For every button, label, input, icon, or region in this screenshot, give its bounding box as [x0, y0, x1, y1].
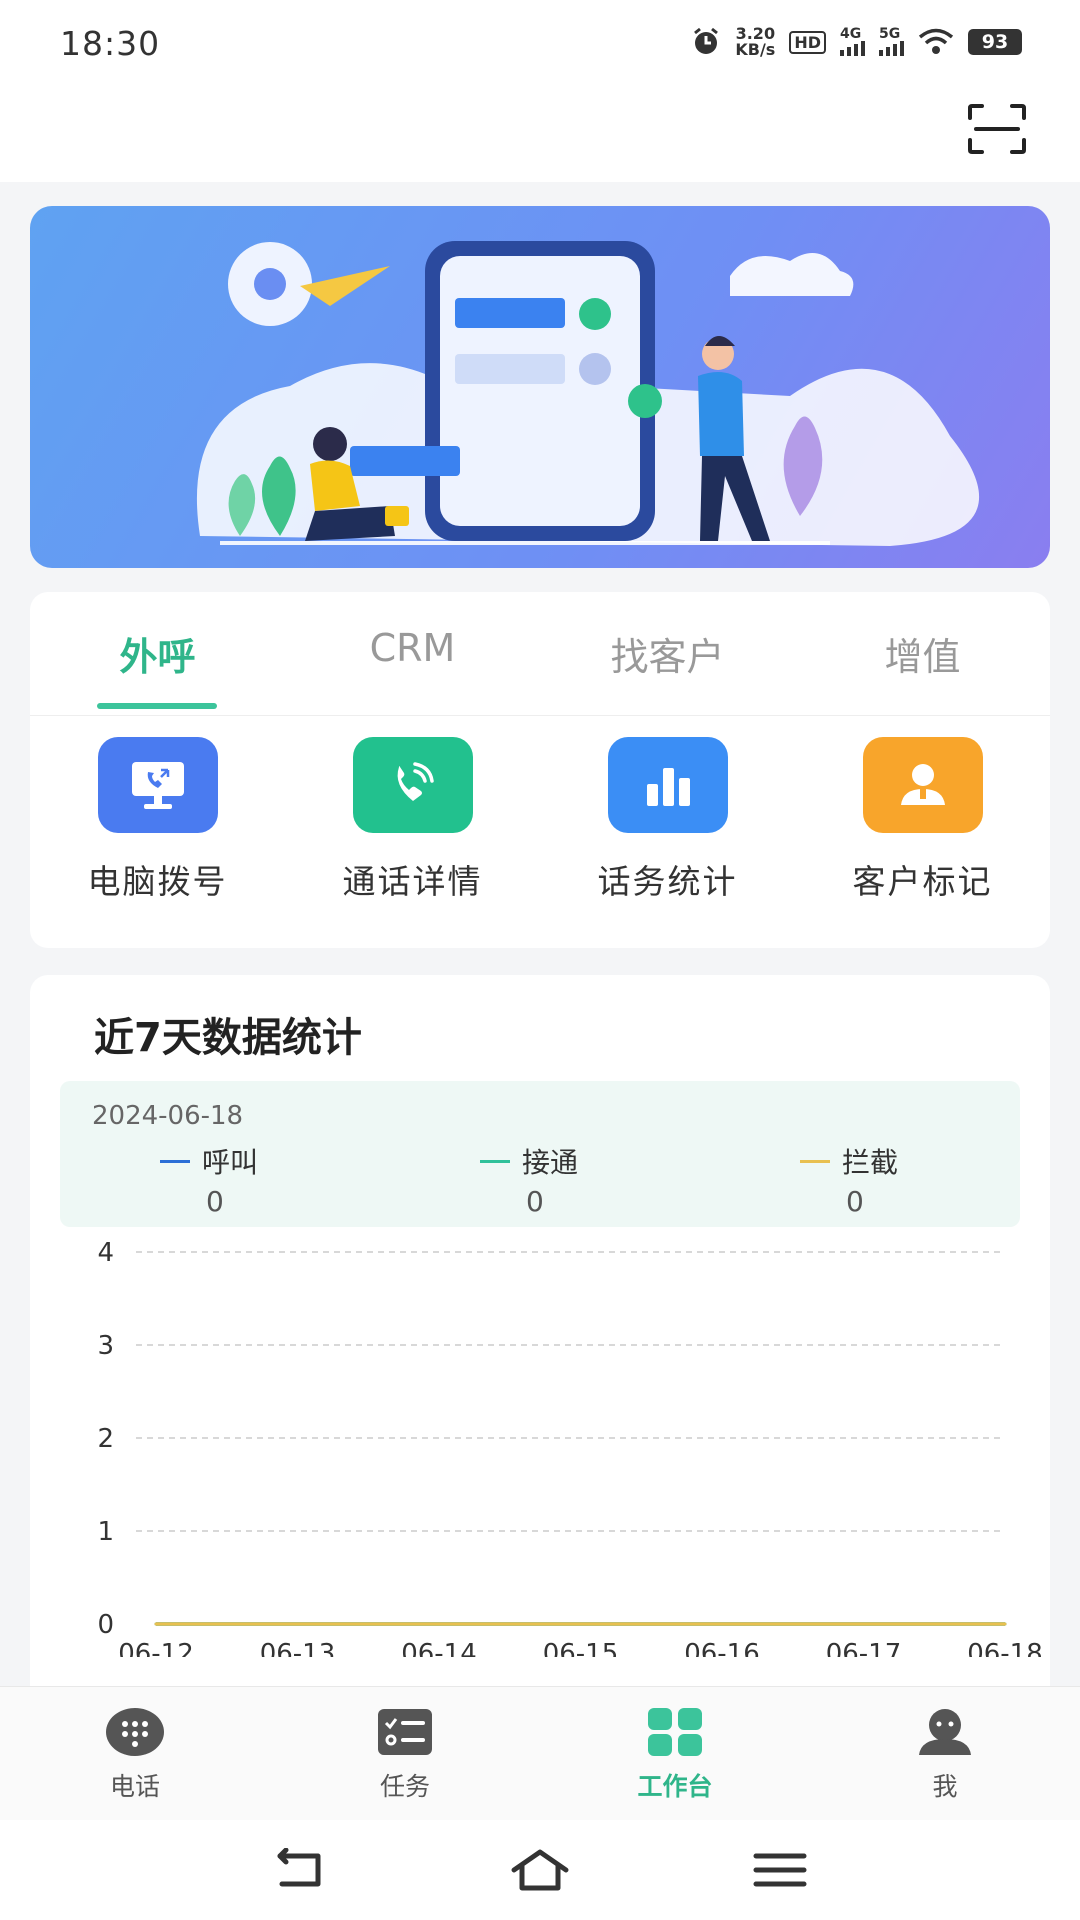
computer-dial-button[interactable]: 电脑拨号: [30, 737, 285, 903]
tabbar-item-tasks[interactable]: 任务: [270, 1687, 540, 1820]
profile-icon: [919, 1709, 971, 1755]
legend-swatch: [160, 1159, 190, 1163]
x-tick-label: 06-12: [118, 1639, 194, 1657]
dialpad-icon: [106, 1708, 164, 1756]
call-details-button[interactable]: 通话详情: [285, 737, 540, 903]
workbench-icon: [648, 1708, 702, 1756]
home-icon[interactable]: [510, 1848, 570, 1892]
bar-chart-icon: [607, 737, 728, 833]
back-icon[interactable]: [270, 1848, 330, 1892]
tabbar-item-me[interactable]: 我: [810, 1687, 1080, 1820]
banner-illustration: [196, 241, 980, 546]
stats-card: 近7天数据统计 2024-06-18 呼叫 0 接通 0 拦截 0 012340…: [30, 975, 1050, 1715]
data-point: [720, 1622, 724, 1626]
tab-crm[interactable]: CRM: [285, 592, 540, 715]
stats-summary: 2024-06-18 呼叫 0 接通 0 拦截 0: [60, 1081, 1020, 1227]
function-grid: 电脑拨号 通话详情 话务统计 客户标记: [30, 737, 1050, 903]
legend-swatch: [480, 1159, 510, 1163]
tab-value-added[interactable]: 增值: [795, 592, 1050, 715]
x-tick-label: 06-13: [260, 1639, 336, 1657]
status-bar: 18:30 3.20 KB/s HD 4G 5G 93: [0, 0, 1080, 90]
legend-swatch: [800, 1159, 830, 1163]
tabbar-label-tasks: 任务: [379, 1772, 430, 1801]
legend-blocked: 拦截 0: [800, 1141, 1000, 1218]
tabbar-label-phone: 电话: [109, 1772, 160, 1801]
y-tick-label: 2: [97, 1424, 114, 1454]
call-details-label: 通话详情: [342, 862, 483, 901]
tabbar-label-me: 我: [932, 1772, 958, 1801]
y-tick-label: 1: [97, 1517, 114, 1547]
promo-banner[interactable]: [30, 206, 1050, 568]
status-time: 18:30: [60, 24, 161, 63]
phone-call-icon: [352, 737, 473, 833]
status-icons: 3.20 KB/s HD 4G 5G 93: [691, 26, 1022, 58]
customer-mark-icon: [862, 737, 983, 833]
signal-4g-icon: 4G: [840, 27, 865, 56]
summary-date: 2024-06-18: [92, 1101, 244, 1131]
hd-icon: HD: [789, 30, 826, 54]
legend-connected: 接通 0: [480, 1141, 680, 1218]
data-point: [437, 1622, 441, 1626]
y-tick-label: 4: [97, 1238, 114, 1268]
computer-dial-label: 电脑拨号: [87, 862, 228, 901]
line-chart[interactable]: 0 1 2 3 4 06-12 06-13 06-14 06-15 06-16 06-17 06-18: [30, 1237, 1050, 1657]
tabbar-label-workbench: 工作台: [637, 1772, 713, 1801]
data-point: [1003, 1622, 1007, 1626]
x-tick-label: 06-15: [543, 1639, 619, 1657]
x-tick-label: 06-16: [684, 1639, 760, 1657]
data-point: [296, 1622, 299, 1626]
system-nav-bar: [0, 1820, 1080, 1920]
y-tick-label: 3: [97, 1331, 114, 1361]
menu-icon[interactable]: [750, 1848, 810, 1892]
call-statistics-label: 话务统计: [597, 862, 738, 901]
scan-icon[interactable]: [968, 104, 1026, 154]
data-point: [862, 1622, 865, 1626]
y-tick-label: 0: [97, 1610, 114, 1640]
tabbar-item-phone[interactable]: 电话: [0, 1687, 270, 1820]
data-point: [154, 1622, 158, 1626]
data-point: [579, 1622, 582, 1626]
stats-title: 近7天数据统计: [94, 1015, 362, 1061]
net-speed: 3.20 KB/s: [735, 24, 776, 59]
signal-5g-icon: 5G: [879, 27, 904, 56]
function-card: 外呼 CRM 找客户 增值 电脑拨号 通话详情 话务统计 客户标记: [30, 592, 1050, 948]
alarm-icon: [694, 27, 719, 54]
tab-outbound[interactable]: 外呼: [30, 592, 285, 715]
task-list-icon: [378, 1709, 432, 1755]
bottom-tab-bar: 电话 任务 工作台 我: [0, 1686, 1080, 1820]
computer-dial-icon: [97, 737, 218, 833]
header-bar: [0, 90, 1080, 182]
wifi-icon: [918, 28, 954, 54]
customer-mark-button[interactable]: 客户标记: [795, 737, 1050, 903]
x-tick-label: 06-18: [967, 1639, 1043, 1657]
tab-find-customer[interactable]: 找客户: [540, 592, 795, 715]
customer-mark-label: 客户标记: [852, 862, 993, 901]
battery-icon: 93: [968, 29, 1022, 55]
x-tick-label: 06-17: [826, 1639, 902, 1657]
legend-value: 0: [206, 1185, 224, 1218]
tab-bar: 外呼 CRM 找客户 增值: [30, 592, 1050, 716]
legend-value: 0: [846, 1185, 864, 1218]
call-statistics-button[interactable]: 话务统计: [540, 737, 795, 903]
legend-calls: 呼叫 0: [160, 1141, 360, 1218]
legend-value: 0: [526, 1185, 544, 1218]
tabbar-item-workbench[interactable]: 工作台: [540, 1687, 810, 1820]
x-tick-label: 06-14: [401, 1639, 477, 1657]
